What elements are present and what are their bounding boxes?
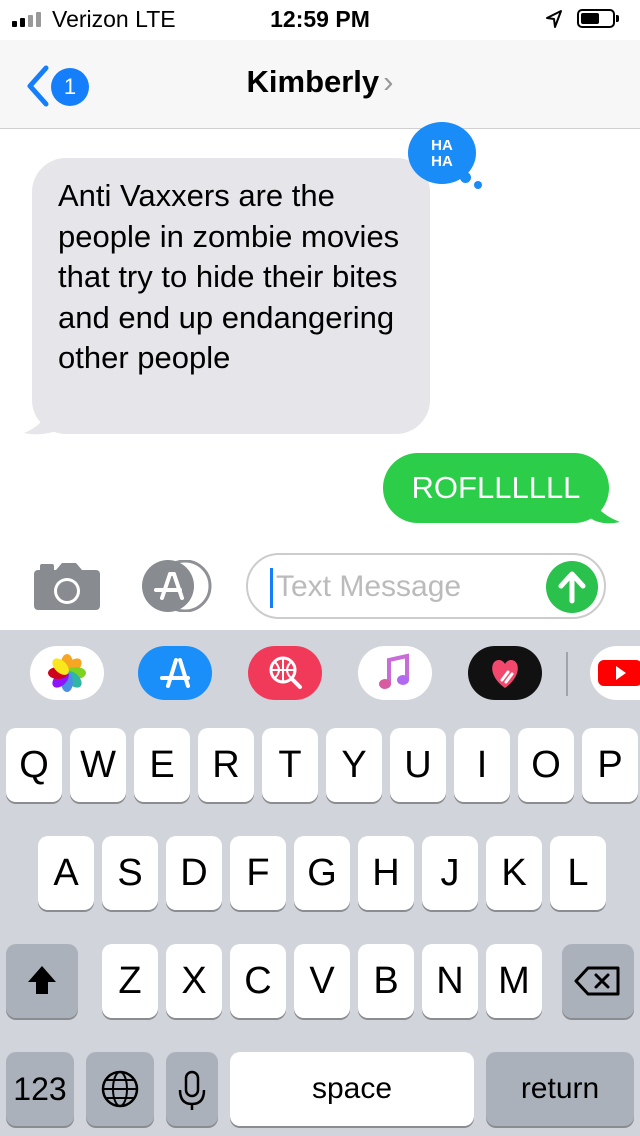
backspace-icon bbox=[574, 966, 620, 996]
key-m[interactable]: M bbox=[486, 944, 542, 1018]
location-arrow-icon bbox=[546, 10, 562, 28]
key-e[interactable]: E bbox=[134, 728, 190, 802]
key-y[interactable]: Y bbox=[326, 728, 382, 802]
key-h[interactable]: H bbox=[358, 836, 414, 910]
web-images-search-icon[interactable] bbox=[248, 646, 322, 700]
tapback-tail-dot-small bbox=[474, 181, 482, 189]
key-q[interactable]: Q bbox=[6, 728, 62, 802]
battery-icon bbox=[577, 9, 615, 28]
key-i[interactable]: I bbox=[454, 728, 510, 802]
key-f[interactable]: F bbox=[230, 836, 286, 910]
shift-arrow-icon bbox=[28, 966, 56, 994]
app-store-icon[interactable] bbox=[138, 646, 212, 700]
tapback-tail-dot bbox=[460, 172, 471, 183]
key-n[interactable]: N bbox=[422, 944, 478, 1018]
key-o[interactable]: O bbox=[518, 728, 574, 802]
key-z[interactable]: Z bbox=[102, 944, 158, 1018]
shift-key[interactable] bbox=[6, 944, 78, 1018]
key-d[interactable]: D bbox=[166, 836, 222, 910]
contact-title[interactable]: Kimberly › bbox=[0, 64, 640, 100]
globe-key[interactable] bbox=[86, 1052, 154, 1126]
status-time: 12:59 PM bbox=[270, 6, 370, 32]
microphone-icon bbox=[178, 1070, 206, 1110]
outgoing-message-bubble[interactable]: ROFLLLLLL bbox=[383, 453, 609, 523]
key-c[interactable]: C bbox=[230, 944, 286, 1018]
key-t[interactable]: T bbox=[262, 728, 318, 802]
key-j[interactable]: J bbox=[422, 836, 478, 910]
key-b[interactable]: B bbox=[358, 944, 414, 1018]
key-k[interactable]: K bbox=[486, 836, 542, 910]
numbers-key[interactable]: 123 bbox=[6, 1052, 74, 1126]
key-w[interactable]: W bbox=[70, 728, 126, 802]
apps-divider bbox=[566, 652, 568, 696]
incoming-message-bubble[interactable]: Anti Vaxxers are the people in zombie mo… bbox=[32, 158, 430, 434]
send-arrow-icon[interactable] bbox=[546, 561, 598, 613]
key-v[interactable]: V bbox=[294, 944, 350, 1018]
dictation-key[interactable] bbox=[166, 1052, 218, 1126]
battery-tip bbox=[616, 15, 619, 22]
youtube-app-icon[interactable] bbox=[590, 646, 640, 700]
contact-chevron-icon[interactable]: › bbox=[383, 64, 393, 99]
key-r[interactable]: R bbox=[198, 728, 254, 802]
key-s[interactable]: S bbox=[102, 836, 158, 910]
status-bar: Verizon LTE 12:59 PM bbox=[0, 0, 640, 40]
key-u[interactable]: U bbox=[390, 728, 446, 802]
key-p[interactable]: P bbox=[582, 728, 638, 802]
globe-icon bbox=[101, 1070, 139, 1108]
key-l[interactable]: L bbox=[550, 836, 606, 910]
digital-touch-heart-icon[interactable] bbox=[468, 646, 542, 700]
photos-app-icon[interactable] bbox=[30, 646, 104, 700]
key-x[interactable]: X bbox=[166, 944, 222, 1018]
space-key[interactable]: space bbox=[230, 1052, 474, 1126]
return-key[interactable]: return bbox=[486, 1052, 634, 1126]
music-app-icon[interactable] bbox=[358, 646, 432, 700]
message-input[interactable] bbox=[274, 567, 538, 607]
app-store-apps-icon[interactable] bbox=[140, 560, 214, 612]
text-cursor bbox=[270, 568, 273, 608]
camera-icon[interactable] bbox=[34, 562, 100, 610]
delete-key[interactable] bbox=[562, 944, 634, 1018]
key-g[interactable]: G bbox=[294, 836, 350, 910]
contact-name[interactable]: Kimberly bbox=[247, 64, 380, 99]
key-a[interactable]: A bbox=[38, 836, 94, 910]
